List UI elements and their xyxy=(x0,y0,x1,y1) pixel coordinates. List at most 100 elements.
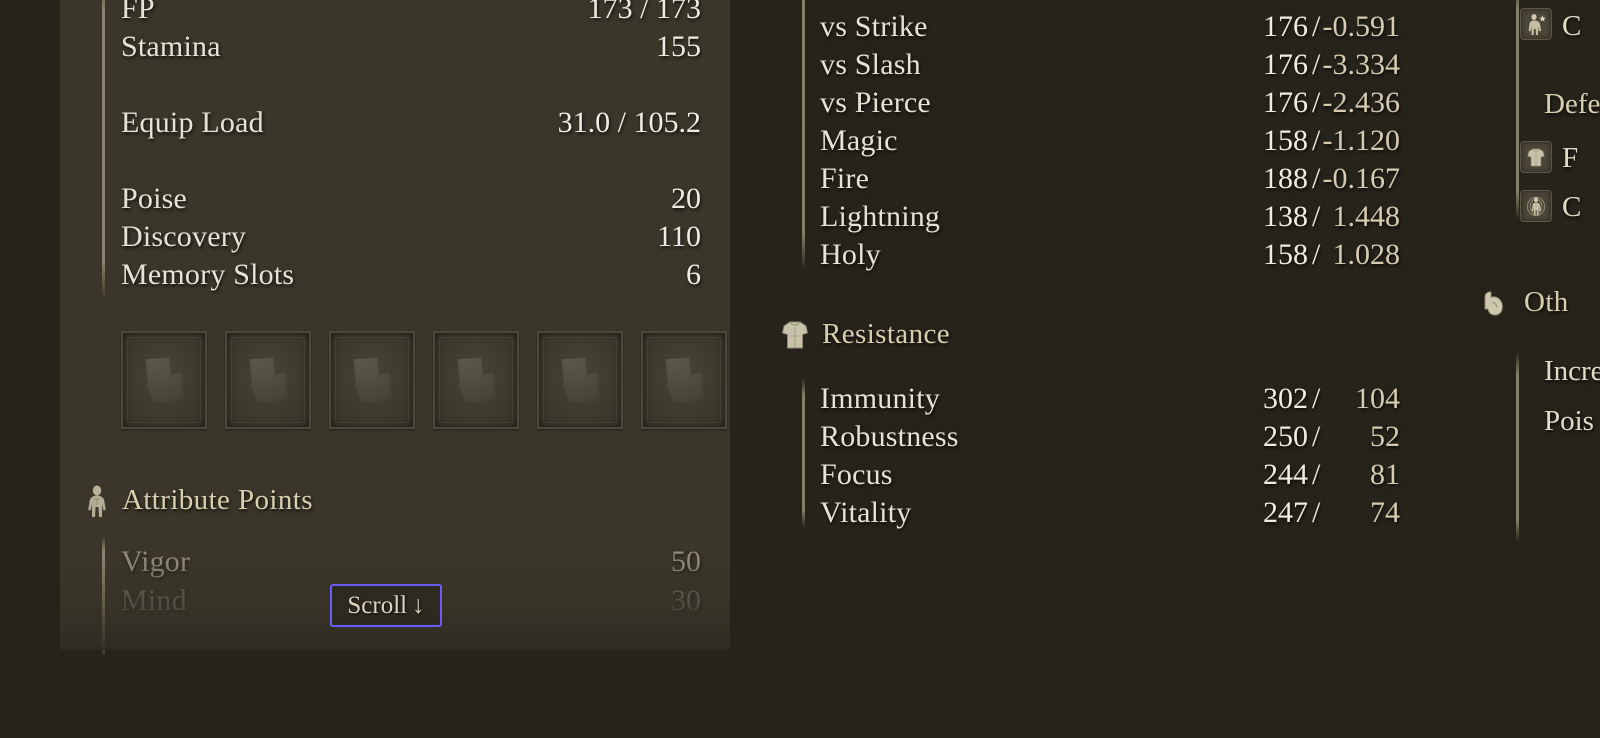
right-accent-bar-top xyxy=(1516,0,1519,220)
defense-row-vs-pierce: vs Pierce 176 / -2.436 xyxy=(820,86,1400,120)
defense-value-secondary: -3.334 xyxy=(1322,48,1401,81)
memory-slot[interactable] xyxy=(225,331,311,429)
armor-icon-button[interactable] xyxy=(1520,141,1552,173)
defense-row-lightning: Lightning 138 / 1.448 xyxy=(820,200,1400,234)
defense-value-primary: 176 xyxy=(1263,48,1308,81)
attack-power-label: C xyxy=(1562,10,1582,42)
resistance-value-primary: 250 xyxy=(1263,420,1308,453)
stat-value: 155 xyxy=(656,30,701,63)
memory-slot[interactable] xyxy=(433,331,519,429)
defense-value-primary: 138 xyxy=(1263,200,1308,233)
defense-value-primary: 176 xyxy=(1263,10,1308,43)
resistance-header: Resistance xyxy=(780,318,950,351)
game-stats-screen: FP 173 / 173 Stamina 155 Equip Load 31.0… xyxy=(0,0,1600,738)
resistance-value-secondary: 52 xyxy=(1370,420,1400,453)
stat-row-poise: Poise 20 xyxy=(121,182,701,216)
stat-label: FP xyxy=(121,0,155,25)
middle-accent-bar-resistance xyxy=(802,378,805,528)
increase-row-label: Incre xyxy=(1544,355,1600,387)
memory-slot-row xyxy=(121,331,727,429)
resistance-label: Focus xyxy=(820,458,893,491)
defense-row-magic: Magic 158 / -1.120 xyxy=(820,124,1400,158)
resistance-value-secondary: 74 xyxy=(1370,496,1400,529)
body-figure-icon xyxy=(84,485,110,517)
left-accent-bar-top xyxy=(102,0,105,300)
memory-slot[interactable] xyxy=(537,331,623,429)
resistance-value-secondary: 104 xyxy=(1355,382,1400,415)
scroll-down-button[interactable]: Scroll ↓ xyxy=(330,584,442,627)
resistance-label: Vitality xyxy=(820,496,912,529)
torso-armor-icon xyxy=(780,319,810,351)
stat-label: Memory Slots xyxy=(121,258,295,291)
resistance-row-robustness: Robustness 250 / 52 xyxy=(820,420,1400,454)
arrow-down-icon: ↓ xyxy=(412,591,425,619)
resistance-value-primary: 302 xyxy=(1263,382,1308,415)
resistance-row-immunity: Immunity 302 / 104 xyxy=(820,382,1400,416)
resistance-label: Robustness xyxy=(820,420,959,453)
memory-slot[interactable] xyxy=(641,331,727,429)
stat-label: Poise xyxy=(121,182,188,215)
defense-label: vs Pierce xyxy=(820,86,931,119)
defense-value-primary: 158 xyxy=(1263,238,1308,271)
torso-armor-icon xyxy=(1526,147,1546,168)
defense-value-primary: 158 xyxy=(1263,124,1308,157)
stat-value: 20 xyxy=(671,182,701,215)
body-aura-icon-button[interactable] xyxy=(1520,190,1552,222)
resistance-title: Resistance xyxy=(822,318,951,350)
right-side-panel: C Defe F C Oth Incre Pois xyxy=(1470,0,1600,738)
defense-row-holy: Holy 158 / 1.028 xyxy=(820,238,1400,272)
defense-value-primary: 188 xyxy=(1263,162,1308,195)
other-section-header: Oth xyxy=(1482,286,1569,319)
attribute-row-vigor: Vigor 50 xyxy=(121,545,701,579)
defense-label: Holy xyxy=(820,238,881,271)
stat-row-equip-load: Equip Load 31.0 / 105.2 xyxy=(121,106,701,140)
attribute-value: 50 xyxy=(671,545,701,578)
defense-value-secondary: -1.120 xyxy=(1322,124,1401,157)
stat-row-discovery: Discovery 110 xyxy=(121,220,701,254)
memory-slot[interactable] xyxy=(329,331,415,429)
stat-label: Discovery xyxy=(121,220,247,253)
stat-row-stamina: Stamina 155 xyxy=(121,30,701,64)
attack-power-icon-button[interactable] xyxy=(1520,8,1552,40)
defense-row-vs-slash: vs Slash 176 / -3.334 xyxy=(820,48,1400,82)
defense-label: Magic xyxy=(820,124,898,157)
resistance-value-primary: 247 xyxy=(1263,496,1308,529)
aura-defense-label: C xyxy=(1562,191,1582,223)
defense-row-fire: Fire 188 / -0.167 xyxy=(820,162,1400,196)
stat-row-memory-slots: Memory Slots 6 xyxy=(121,258,701,292)
defense-label: Lightning xyxy=(820,200,941,233)
defense-row-vs-strike: vs Strike 176 / -0.591 xyxy=(820,10,1400,44)
stat-value: 31.0 / 105.2 xyxy=(557,106,701,139)
attack-power-icon xyxy=(1525,13,1547,35)
armor-defense-label: F xyxy=(1562,142,1579,174)
resistance-value-secondary: 81 xyxy=(1370,458,1400,491)
stat-label: Equip Load xyxy=(121,106,264,139)
defense-value-secondary: -2.436 xyxy=(1322,86,1401,119)
memory-slot[interactable] xyxy=(121,331,207,429)
right-accent-bar-other xyxy=(1516,352,1519,542)
flexed-bicep-icon xyxy=(1482,289,1512,317)
resistance-value-primary: 244 xyxy=(1263,458,1308,491)
defense-label: vs Strike xyxy=(820,10,928,43)
attribute-points-header: Attribute Points xyxy=(84,484,313,517)
defense-label: vs Slash xyxy=(820,48,921,81)
attribute-points-title: Attribute Points xyxy=(122,484,313,516)
middle-accent-bar-defense xyxy=(802,0,805,270)
defense-value-secondary: -0.167 xyxy=(1322,162,1401,195)
defense-value-primary: 176 xyxy=(1263,86,1308,119)
poise-row-label: Pois xyxy=(1544,405,1594,437)
defense-value-secondary: 1.448 xyxy=(1332,200,1401,233)
stat-value: 110 xyxy=(657,220,701,253)
stat-value: 173 / 173 xyxy=(587,0,701,25)
attribute-label: Vigor xyxy=(121,545,191,578)
resistance-row-vitality: Vitality 247 / 74 xyxy=(820,496,1400,530)
stat-label: Stamina xyxy=(121,30,221,63)
scroll-button-label: Scroll xyxy=(347,591,408,619)
attribute-label: Mind xyxy=(121,584,187,617)
defense-value-secondary: 1.028 xyxy=(1332,238,1401,271)
resistance-row-focus: Focus 244 / 81 xyxy=(820,458,1400,492)
defense-label: Fire xyxy=(820,162,870,195)
resistance-label: Immunity xyxy=(820,382,940,415)
attribute-value: 30 xyxy=(671,584,701,617)
defense-value-secondary: -0.591 xyxy=(1322,10,1401,43)
